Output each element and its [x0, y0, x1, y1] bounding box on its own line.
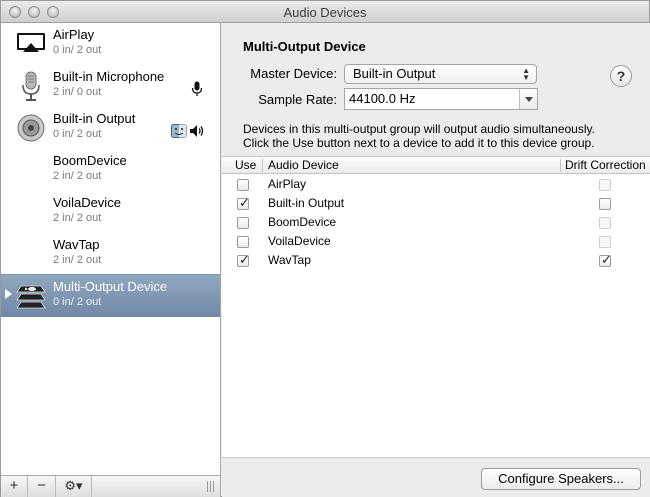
device-item-built-in-microphone[interactable]: Built-in Microphone 2 in/ 0 out [1, 65, 220, 107]
device-item-multi-output-device[interactable]: Multi-Output Device 0 in/ 2 out [1, 274, 220, 317]
device-io: 2 in/ 2 out [53, 212, 102, 224]
column-header-audio-device[interactable]: Audio Device [268, 158, 339, 172]
table-row: ✓ Built-in Output [222, 195, 650, 214]
device-io: 2 in/ 0 out [53, 86, 102, 98]
table-row: AirPlay [222, 176, 650, 195]
drift-checkbox-built-in-output[interactable] [599, 198, 611, 210]
use-checkbox-built-in-output[interactable]: ✓ [237, 195, 250, 210]
drift-checkbox-airplay [599, 179, 611, 191]
drift-checkbox-boomdevice [599, 217, 611, 229]
device-item-voiladevice[interactable]: VoilaDevice 2 in/ 2 out [1, 191, 220, 233]
column-header-use[interactable]: Use [235, 158, 256, 172]
use-checkbox-airplay[interactable] [237, 179, 249, 191]
row-device-name: BoomDevice [268, 215, 337, 229]
device-item-built-in-output[interactable]: Built-in Output 0 in/ 2 out [1, 107, 220, 149]
configure-speakers-button[interactable]: Configure Speakers... [481, 468, 641, 490]
row-device-name: VoilaDevice [268, 234, 331, 248]
checkmark-icon: ✓ [601, 252, 612, 267]
table-header: Use Audio Device Drift Correction [222, 157, 650, 174]
device-list-toolbar: + − ⚙▾ [1, 475, 221, 497]
checkmark-icon: ✓ [239, 252, 250, 267]
device-name: VoilaDevice [53, 195, 121, 210]
use-checkbox-wavtap[interactable]: ✓ [237, 252, 250, 267]
device-io: 2 in/ 2 out [53, 254, 102, 266]
audio-devices-window: Audio Devices AirPlay 0 in/ 2 out Built-… [0, 0, 650, 497]
remove-device-button[interactable]: − [28, 476, 56, 497]
master-device-label: Master Device: [250, 66, 337, 81]
drift-checkbox-voiladevice [599, 236, 611, 248]
use-checkbox-voiladevice[interactable] [237, 236, 249, 248]
table-row: BoomDevice [222, 214, 650, 233]
master-device-value: Built-in Output [353, 66, 436, 81]
device-io: 0 in/ 2 out [53, 296, 102, 308]
popup-arrows-icon: ▲ ▼ [522, 66, 530, 82]
gear-menu-button[interactable]: ⚙▾ [56, 476, 92, 497]
device-name: WavTap [53, 237, 100, 252]
device-item-boomdevice[interactable]: BoomDevice 2 in/ 2 out [1, 149, 220, 191]
device-name: Multi-Output Device [53, 279, 168, 294]
master-device-popup[interactable]: Built-in Output ▲ ▼ [344, 64, 537, 84]
device-item-wavtap[interactable]: WavTap 2 in/ 2 out [1, 233, 220, 275]
column-separator [262, 159, 263, 172]
device-name: AirPlay [53, 27, 95, 42]
table-row: ✓ WavTap ✓ [222, 252, 650, 271]
use-checkbox-boomdevice[interactable] [237, 217, 249, 229]
checkmark-icon: ✓ [239, 195, 250, 210]
column-header-drift-correction[interactable]: Drift Correction [565, 158, 646, 172]
sample-rate-label: Sample Rate: [258, 92, 337, 107]
help-button[interactable]: ? [610, 65, 632, 87]
device-name: Built-in Output [53, 111, 136, 126]
device-list: AirPlay 0 in/ 2 out Built-in Microphone … [1, 23, 221, 475]
device-name: BoomDevice [53, 153, 127, 168]
row-device-name: WavTap [268, 253, 311, 267]
device-detail-panel: Multi-Output Device Master Device: Built… [222, 23, 650, 497]
row-device-name: AirPlay [268, 177, 307, 191]
microphone-icon [15, 70, 47, 102]
sample-rate-dropdown-button[interactable] [519, 89, 537, 109]
disclosure-triangle-icon[interactable] [5, 289, 12, 299]
device-name: Built-in Microphone [53, 69, 165, 84]
device-heading: Multi-Output Device [243, 39, 366, 54]
description-line-1: Devices in this multi-output group will … [243, 122, 595, 136]
resize-grip-icon[interactable] [207, 481, 215, 492]
sample-rate-value: 44100.0 Hz [349, 91, 416, 106]
default-input-microphone-icon [191, 81, 203, 100]
drift-checkbox-wavtap[interactable]: ✓ [599, 252, 612, 267]
sample-rate-combo[interactable]: 44100.0 Hz [344, 88, 538, 110]
device-io: 0 in/ 2 out [53, 44, 102, 56]
airplay-icon [15, 28, 47, 60]
device-io: 2 in/ 2 out [53, 170, 102, 182]
title-bar: Audio Devices [1, 1, 649, 23]
speaker-icon [15, 112, 47, 144]
add-device-button[interactable]: + [1, 476, 28, 497]
row-device-name: Built-in Output [268, 196, 345, 210]
description-line-2: Click the Use button next to a device to… [243, 136, 595, 150]
device-item-airplay[interactable]: AirPlay 0 in/ 2 out [1, 23, 220, 65]
window-title: Audio Devices [283, 5, 367, 20]
device-group-table: Use Audio Device Drift Correction AirPla… [222, 156, 650, 458]
finder-icon [171, 124, 187, 141]
device-io: 0 in/ 2 out [53, 128, 102, 140]
column-separator [560, 159, 561, 172]
table-row: VoilaDevice [222, 233, 650, 252]
multi-output-icon [15, 280, 47, 312]
volume-icon [189, 124, 205, 141]
